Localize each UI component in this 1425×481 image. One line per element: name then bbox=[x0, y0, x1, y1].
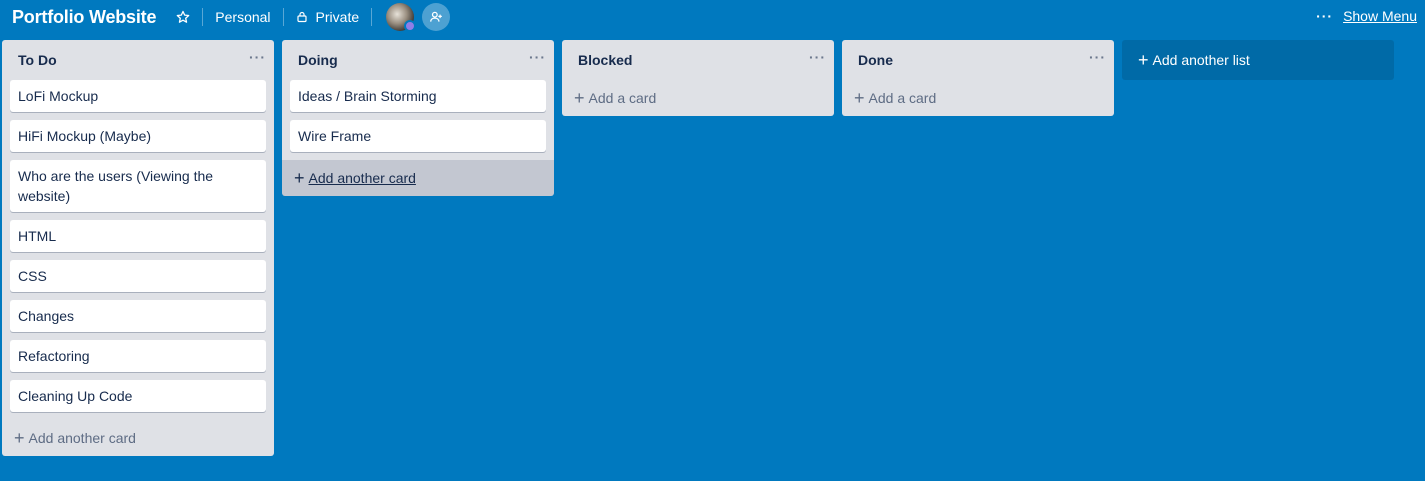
team-button[interactable]: Personal bbox=[215, 1, 270, 33]
add-card-button[interactable]: + Add another card bbox=[2, 420, 274, 456]
list-menu-icon[interactable]: ··· bbox=[809, 49, 826, 65]
board-header: Portfolio Website Personal Private bbox=[0, 0, 1425, 34]
add-card-label: Add another card bbox=[308, 170, 416, 186]
list-title[interactable]: To Do bbox=[18, 52, 57, 68]
card[interactable]: Cleaning Up Code bbox=[10, 380, 266, 412]
card[interactable]: HiFi Mockup (Maybe) bbox=[10, 120, 266, 152]
add-card-label: Add another card bbox=[28, 430, 136, 446]
add-card-button[interactable]: + Add a card bbox=[842, 80, 1114, 116]
plus-icon: + bbox=[1138, 50, 1149, 70]
list-doing: Doing ··· Ideas / Brain Storming Wire Fr… bbox=[282, 40, 554, 196]
card[interactable]: LoFi Mockup bbox=[10, 80, 266, 112]
invite-member-button[interactable] bbox=[422, 3, 451, 31]
list-title[interactable]: Doing bbox=[298, 52, 338, 68]
lock-icon bbox=[296, 11, 308, 23]
list-blocked: Blocked ··· + Add a card bbox=[562, 40, 834, 116]
admin-badge-icon bbox=[404, 20, 417, 32]
add-list-label: Add another list bbox=[1152, 52, 1250, 68]
list-header: Done ··· bbox=[842, 40, 1114, 80]
plus-icon: + bbox=[854, 88, 865, 108]
card[interactable]: Changes bbox=[10, 300, 266, 332]
star-icon[interactable] bbox=[176, 1, 190, 33]
list-to-do: To Do ··· LoFi Mockup HiFi Mockup (Maybe… bbox=[2, 40, 274, 456]
header-divider bbox=[282, 8, 284, 26]
avatar[interactable] bbox=[386, 3, 417, 32]
card[interactable]: CSS bbox=[10, 260, 266, 292]
card[interactable]: Who are the users (Viewing the website) bbox=[10, 160, 266, 212]
board-menu-area[interactable]: ··· Show Menu bbox=[1316, 0, 1417, 32]
add-card-button[interactable]: + Add another card bbox=[282, 160, 554, 196]
list-header: Blocked ··· bbox=[562, 40, 834, 80]
add-member-icon bbox=[430, 11, 442, 22]
card[interactable]: HTML bbox=[10, 220, 266, 252]
header-divider bbox=[371, 8, 373, 26]
card[interactable]: Wire Frame bbox=[290, 120, 546, 152]
list-menu-icon[interactable]: ··· bbox=[1089, 49, 1106, 65]
list-header: Doing ··· bbox=[282, 40, 554, 80]
list-header: To Do ··· bbox=[2, 40, 274, 80]
add-card-label: Add a card bbox=[868, 90, 937, 106]
card[interactable]: Refactoring bbox=[10, 340, 266, 372]
add-card-label: Add a card bbox=[588, 90, 657, 106]
list-title[interactable]: Blocked bbox=[578, 52, 632, 68]
visibility-button[interactable]: Private bbox=[296, 1, 360, 33]
add-list-button[interactable]: + Add another list bbox=[1122, 40, 1394, 80]
add-card-button[interactable]: + Add a card bbox=[562, 80, 834, 116]
header-divider bbox=[202, 8, 204, 26]
plus-icon: + bbox=[14, 428, 25, 448]
list-menu-icon[interactable]: ··· bbox=[529, 49, 546, 65]
plus-icon: + bbox=[294, 168, 305, 188]
list-title[interactable]: Done bbox=[858, 52, 893, 68]
board-title[interactable]: Portfolio Website bbox=[12, 7, 156, 28]
card[interactable]: Ideas / Brain Storming bbox=[290, 80, 546, 112]
more-icon: ··· bbox=[1316, 8, 1334, 24]
visibility-label: Private bbox=[315, 9, 360, 25]
list-menu-icon[interactable]: ··· bbox=[249, 49, 266, 65]
list-done: Done ··· + Add a card bbox=[842, 40, 1114, 116]
show-menu-link[interactable]: Show Menu bbox=[1343, 8, 1417, 24]
plus-icon: + bbox=[574, 88, 585, 108]
